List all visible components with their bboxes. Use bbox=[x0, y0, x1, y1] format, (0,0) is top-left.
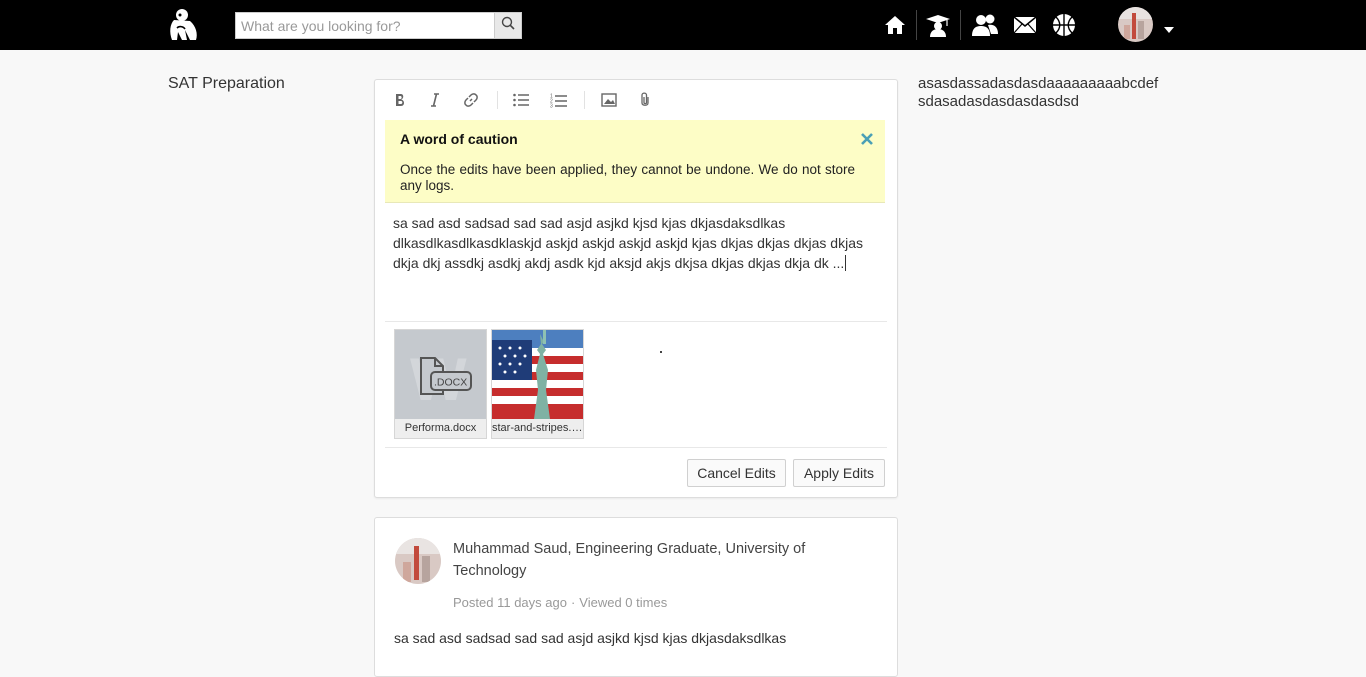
image-icon[interactable] bbox=[598, 90, 620, 110]
edit-post-card: 1 2 3 A word of caution Once the edits h… bbox=[374, 79, 898, 498]
bold-icon[interactable] bbox=[389, 90, 411, 110]
attachment-name: star-and-stripes.jpg bbox=[492, 419, 583, 438]
post-meta: Posted 11 days ago · Viewed 0 times bbox=[453, 595, 667, 610]
caution-message: Once the edits have been applied, they c… bbox=[400, 162, 855, 193]
author-avatar[interactable] bbox=[395, 538, 441, 584]
search-button[interactable] bbox=[494, 13, 521, 38]
cancel-edits-button[interactable]: Cancel Edits bbox=[687, 459, 786, 487]
mail-icon[interactable] bbox=[1010, 10, 1040, 40]
toolbar-divider bbox=[497, 91, 498, 109]
meta-separator: · bbox=[570, 595, 576, 610]
apply-edits-button[interactable]: Apply Edits bbox=[793, 459, 885, 487]
file-thumbnail: W .DOCX bbox=[395, 330, 486, 419]
search-input[interactable] bbox=[236, 13, 495, 38]
caution-title: A word of caution bbox=[400, 131, 518, 147]
author-name[interactable]: Muhammad Saud bbox=[453, 541, 567, 557]
graduate-icon[interactable] bbox=[923, 10, 953, 40]
nav-divider bbox=[916, 10, 917, 40]
bulleted-list-icon[interactable] bbox=[510, 90, 532, 110]
chevron-down-icon[interactable] bbox=[1163, 21, 1175, 39]
user-avatar[interactable] bbox=[1118, 7, 1153, 42]
category-title[interactable]: SAT Preparation bbox=[168, 75, 285, 93]
nav-divider bbox=[960, 10, 961, 40]
sidebar-line: asasdassadasdasdaaaaaaaaabcdef bbox=[918, 75, 1159, 92]
close-icon[interactable] bbox=[861, 132, 873, 150]
author-role: Engineering Graduate bbox=[575, 541, 718, 557]
attachment-icon[interactable] bbox=[634, 90, 656, 110]
top-navbar bbox=[0, 0, 1366, 50]
divider bbox=[385, 321, 887, 322]
editor-text: sa sad asd sadsad sad sad asjd asjkd kjs… bbox=[393, 215, 863, 271]
home-icon[interactable] bbox=[880, 10, 910, 40]
numbered-list-icon[interactable]: 1 2 3 bbox=[547, 90, 569, 110]
editor-toolbar: 1 2 3 bbox=[375, 80, 897, 120]
attachment-item[interactable]: W .DOCX Performa.docx bbox=[394, 329, 487, 439]
image-thumbnail bbox=[492, 330, 583, 419]
divider bbox=[385, 447, 887, 448]
post-body: sa sad asd sadsad sad sad asjd asjkd kjs… bbox=[394, 630, 787, 646]
author-info: Muhammad Saud, Engineering Graduate, Uni… bbox=[453, 541, 806, 579]
attachment-item[interactable]: star-and-stripes.jpg bbox=[491, 329, 584, 439]
basketball-icon[interactable] bbox=[1049, 10, 1079, 40]
toolbar-divider bbox=[584, 91, 585, 109]
sidebar-line: sdasadasdasdasdasdsd bbox=[918, 93, 1079, 110]
posted-time: Posted 11 days ago bbox=[453, 595, 567, 610]
search-box bbox=[235, 12, 522, 39]
decorative-dot bbox=[660, 351, 662, 353]
file-type-label: .DOCX bbox=[434, 377, 467, 389]
attachment-name: Performa.docx bbox=[395, 419, 486, 438]
post-card: Muhammad Saud, Engineering Graduate, Uni… bbox=[374, 517, 898, 677]
logo-icon[interactable] bbox=[166, 6, 204, 44]
italic-icon[interactable] bbox=[424, 90, 446, 110]
editor-content[interactable]: sa sad asd sadsad sad sad asjd asjkd kjs… bbox=[393, 213, 863, 273]
view-count: Viewed 0 times bbox=[579, 595, 668, 610]
sidebar-text: asasdassadasdasdaaaaaaaaabcdef sdasadasd… bbox=[918, 75, 1171, 111]
svg-text:3: 3 bbox=[550, 103, 553, 108]
text-cursor bbox=[845, 255, 847, 271]
caution-alert: A word of caution Once the edits have be… bbox=[385, 120, 885, 203]
link-icon[interactable] bbox=[460, 90, 482, 110]
search-icon bbox=[501, 16, 515, 35]
people-icon[interactable] bbox=[970, 10, 1000, 40]
